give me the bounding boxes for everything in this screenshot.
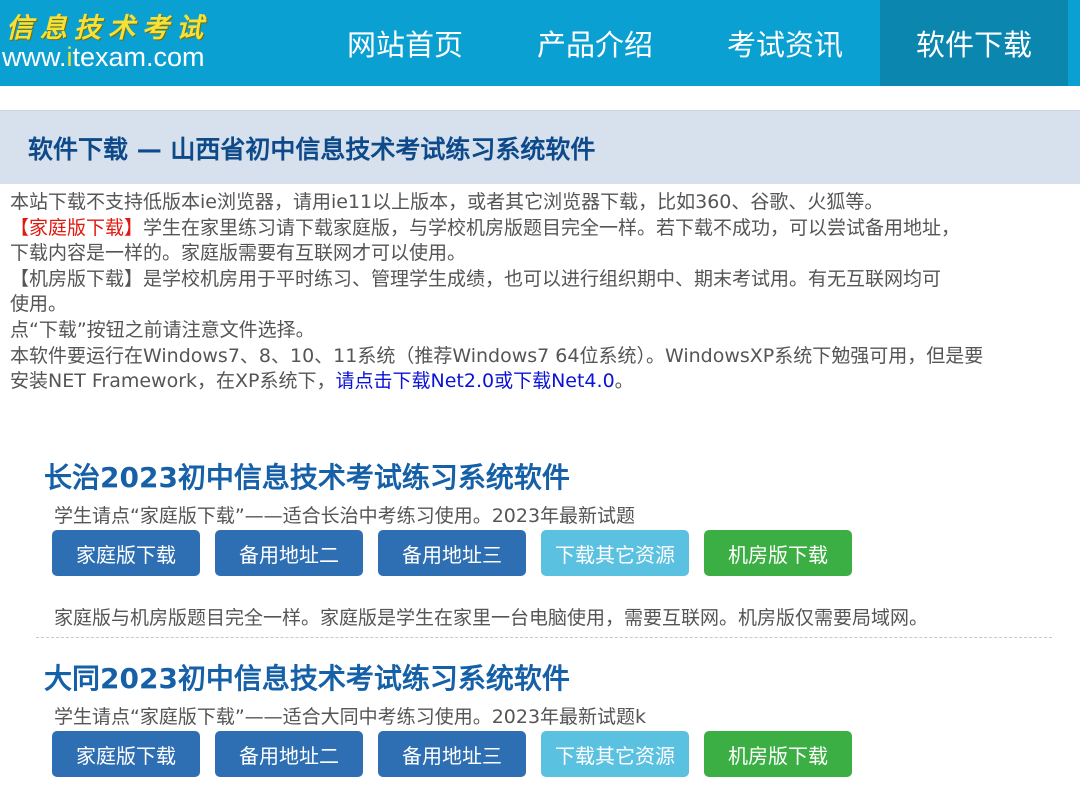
notice-lab-line: 【机房版下载】是学校机房用于平时练习、管理学生成绩，也可以进行组织期中、期末考试…	[10, 267, 942, 290]
notice-lab-line-2: 使用。	[10, 293, 68, 316]
mirror-2-button[interactable]: 备用地址二	[215, 731, 363, 777]
logo-url-text: www.itexam.com	[2, 42, 205, 72]
notice-browser-line: 本站下载不支持低版本ie浏览器，请用ie11以上版本，或者其它浏览器下载，比如3…	[10, 191, 884, 213]
logo-chinese-text: 信息技术考试	[6, 13, 210, 44]
mirror-2-button[interactable]: 备用地址二	[215, 530, 363, 576]
notice-os-line: 本软件要运行在Windows7、8、10、11系统（推荐Windows7 64位…	[10, 344, 984, 367]
family-download-button[interactable]: 家庭版下载	[52, 530, 200, 576]
product-note: 家庭版与机房版题目完全一样。家庭版是学生在家里一台电脑使用，需要互联网。机房版仅…	[54, 607, 929, 629]
nav-products[interactable]: 产品介绍	[500, 0, 690, 86]
notice-family-line-2: 下载内容是一样的。家庭版需要有互联网才可以使用。	[10, 242, 467, 265]
notice-click-line: 点“下载”按钮之前请注意文件选择。	[10, 318, 315, 341]
mirror-3-button[interactable]: 备用地址三	[378, 530, 526, 576]
nav-end-cap	[1068, 0, 1080, 86]
other-resources-button[interactable]: 下载其它资源	[541, 530, 689, 576]
product-description: 学生请点“家庭版下载”——适合长治中考练习使用。2023年最新试题	[54, 505, 636, 527]
page-title: 软件下载 — 山西省初中信息技术考试练习系统软件	[28, 134, 596, 164]
nav-software-download[interactable]: 软件下载	[880, 0, 1068, 86]
family-version-tag: 【家庭版下载】	[10, 216, 144, 239]
product-description: 学生请点“家庭版下载”——适合大同中考练习使用。2023年最新试题k	[54, 706, 647, 728]
page-title-bar: 软件下载 — 山西省初中信息技术考试练习系统软件	[0, 110, 1080, 184]
download-notice: 本站下载不支持低版本ie浏览器，请用ie11以上版本，或者其它浏览器下载，比如3…	[0, 184, 1060, 395]
mirror-3-button[interactable]: 备用地址三	[378, 731, 526, 777]
product-title: 大同2023初中信息技术考试练习系统软件	[44, 662, 570, 695]
lab-download-button[interactable]: 机房版下载	[704, 731, 852, 777]
nav-home[interactable]: 网站首页	[310, 0, 500, 86]
main-nav: 网站首页 产品介绍 考试资讯 软件下载	[310, 0, 1068, 86]
site-header: 信息技术考试 www.itexam.com 网站首页 产品介绍 考试资讯 软件下…	[0, 0, 1080, 86]
lab-download-button[interactable]: 机房版下载	[704, 530, 852, 576]
header-gap	[0, 86, 1080, 110]
net-framework-link[interactable]: 请点击下载Net2.0或下载Net4.0	[336, 370, 615, 392]
nav-exam-news[interactable]: 考试资讯	[690, 0, 880, 86]
section-divider	[36, 637, 1052, 638]
product-title: 长治2023初中信息技术考试练习系统软件	[44, 461, 570, 494]
download-button-row: 家庭版下载 备用地址二 备用地址三 下载其它资源 机房版下载	[52, 731, 867, 777]
family-download-button[interactable]: 家庭版下载	[52, 731, 200, 777]
other-resources-button[interactable]: 下载其它资源	[541, 731, 689, 777]
notice-os-line-2: 安装NET Framework，在XP系统下，请点击下载Net2.0或下载Net…	[10, 370, 634, 393]
site-logo[interactable]: 信息技术考试 www.itexam.com	[0, 0, 230, 86]
notice-family-line: 【家庭版下载】学生在家里练习请下载家庭版，与学校机房版题目完全一样。若下载不成功…	[10, 216, 961, 239]
download-button-row: 家庭版下载 备用地址二 备用地址三 下载其它资源 机房版下载	[52, 530, 867, 576]
